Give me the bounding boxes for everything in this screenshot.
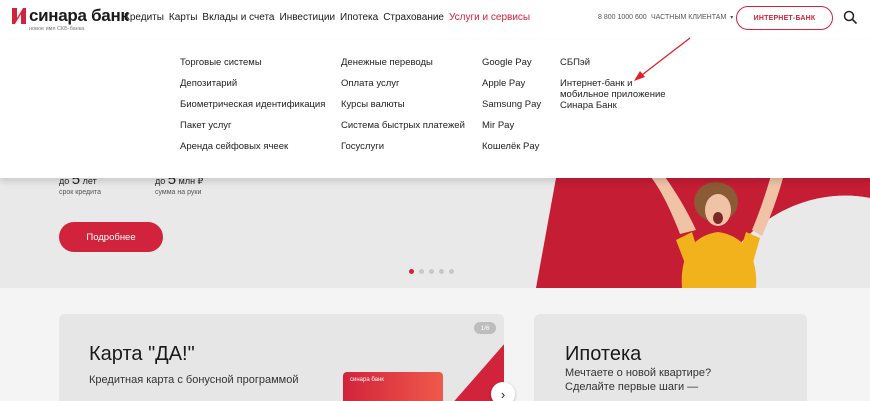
menu-item-trading-systems[interactable]: Торговые системы (180, 57, 325, 68)
more-details-button[interactable]: Подробнее (59, 222, 163, 252)
stat-loan-amount: до 5 млн ₽ сумма на руки (155, 178, 203, 196)
slider-dot-1[interactable] (409, 269, 414, 274)
internet-bank-button[interactable]: ИНТЕРНЕТ-БАНК (736, 6, 833, 30)
nav-item-credits[interactable]: Кредиты (124, 12, 164, 23)
slider-dots (409, 269, 454, 274)
menu-item-mir-pay[interactable]: Mir Pay (482, 120, 541, 131)
menu-item-koshelek-pay[interactable]: Кошелёк Pay (482, 141, 541, 152)
slider-dot-4[interactable] (439, 269, 444, 274)
stat-loan-amount-unit: млн ₽ (178, 178, 204, 186)
dropdown-column-3: Google Pay Apple Pay Samsung Pay Mir Pay… (482, 57, 541, 162)
slide-counter-badge: 1/6 (474, 322, 496, 334)
nav-item-cards[interactable]: Карты (169, 12, 198, 23)
chevron-right-icon: › (500, 386, 506, 401)
stat-loan-term-prefix: до (59, 178, 70, 186)
slider-dot-3[interactable] (429, 269, 434, 274)
stat-loan-amount-prefix: до (155, 178, 166, 186)
menu-item-biometric-identification[interactable]: Биометрическая идентификация (180, 99, 325, 110)
menu-item-service-package[interactable]: Пакет услуг (180, 120, 325, 131)
client-type-selector[interactable]: ЧАСТНЫМ КЛИЕНТАМ ▾ (651, 14, 733, 21)
nav-item-services[interactable]: Услуги и сервисы (449, 12, 530, 23)
logo-subtitle: новое имя СКБ-банка (29, 26, 85, 32)
credit-card-promo-card[interactable]: Карта "ДА!" Кредитная карта с бонусной п… (59, 314, 504, 401)
menu-item-depository[interactable]: Депозитарий (180, 78, 325, 89)
menu-item-gosuslugi[interactable]: Госуслуги (341, 141, 465, 152)
slider-dot-5[interactable] (449, 269, 454, 274)
nav-item-investments[interactable]: Инвестиции (280, 12, 336, 23)
mortgage-promo-card[interactable]: Ипотека Мечтаете о новой квартире? Сдела… (534, 314, 807, 401)
logo-text: синара банк (29, 6, 129, 25)
next-slide-button[interactable]: › (491, 382, 515, 401)
client-type-label: ЧАСТНЫМ КЛИЕНТАМ (651, 14, 727, 21)
menu-item-safe-deposit[interactable]: Аренда сейфовых ячеек (180, 141, 325, 152)
hero-banner: до 5 лет срок кредита до 5 млн ₽ сумма н… (0, 178, 870, 288)
menu-item-exchange-rates[interactable]: Курсы валюты (341, 99, 465, 110)
card-da-title: Карта "ДА!" (89, 343, 195, 365)
hero-woman-illustration-icon (536, 178, 870, 288)
mortgage-title: Ипотека (565, 343, 642, 365)
stat-loan-term-unit: лет (82, 178, 97, 186)
menu-item-samsung-pay[interactable]: Samsung Pay (482, 99, 541, 110)
nav-item-deposits[interactable]: Вклады и счета (202, 12, 274, 23)
menu-item-bill-payment[interactable]: Оплата услуг (341, 78, 465, 89)
main-nav: Кредиты Карты Вклады и счета Инвестиции … (124, 12, 535, 23)
menu-item-google-pay[interactable]: Google Pay (482, 57, 541, 68)
nav-item-mortgage[interactable]: Ипотека (340, 12, 378, 23)
header: синара банк новое имя СКБ-банка Кредиты … (0, 0, 870, 40)
chevron-down-icon: ▾ (730, 15, 734, 21)
nav-item-insurance[interactable]: Страхование (383, 12, 444, 23)
dropdown-column-1: Торговые системы Депозитарий Биометричес… (180, 57, 325, 162)
search-icon[interactable] (843, 10, 857, 24)
credit-card-logo-text: синара банк (350, 377, 384, 383)
logo[interactable]: синара банк новое имя СКБ-банка (12, 6, 129, 33)
phone-number[interactable]: 8 800 1000 600 (598, 14, 647, 21)
dropdown-column-2: Денежные переводы Оплата услуг Курсы вал… (341, 57, 465, 162)
annotation-arrow-icon (634, 37, 691, 81)
stat-loan-term-value: 5 (71, 178, 81, 188)
card-da-subtitle: Кредитная карта с бонусной программой (89, 374, 299, 386)
slider-dot-2[interactable] (419, 269, 424, 274)
stat-loan-amount-value: 5 (167, 178, 177, 188)
services-dropdown: Торговые системы Депозитарий Биометричес… (0, 40, 870, 178)
stat-loan-amount-caption: сумма на руки (155, 189, 202, 196)
menu-item-fast-payment-system[interactable]: Система быстрых платежей (341, 120, 465, 131)
menu-item-money-transfers[interactable]: Денежные переводы (341, 57, 465, 68)
stat-loan-term-caption: срок кредита (59, 189, 102, 196)
mortgage-subtitle: Мечтаете о новой квартире? Сделайте перв… (565, 367, 712, 393)
stat-loan-term: до 5 лет срок кредита (59, 178, 101, 196)
logo-mark-icon (12, 8, 26, 24)
menu-item-apple-pay[interactable]: Apple Pay (482, 78, 541, 89)
